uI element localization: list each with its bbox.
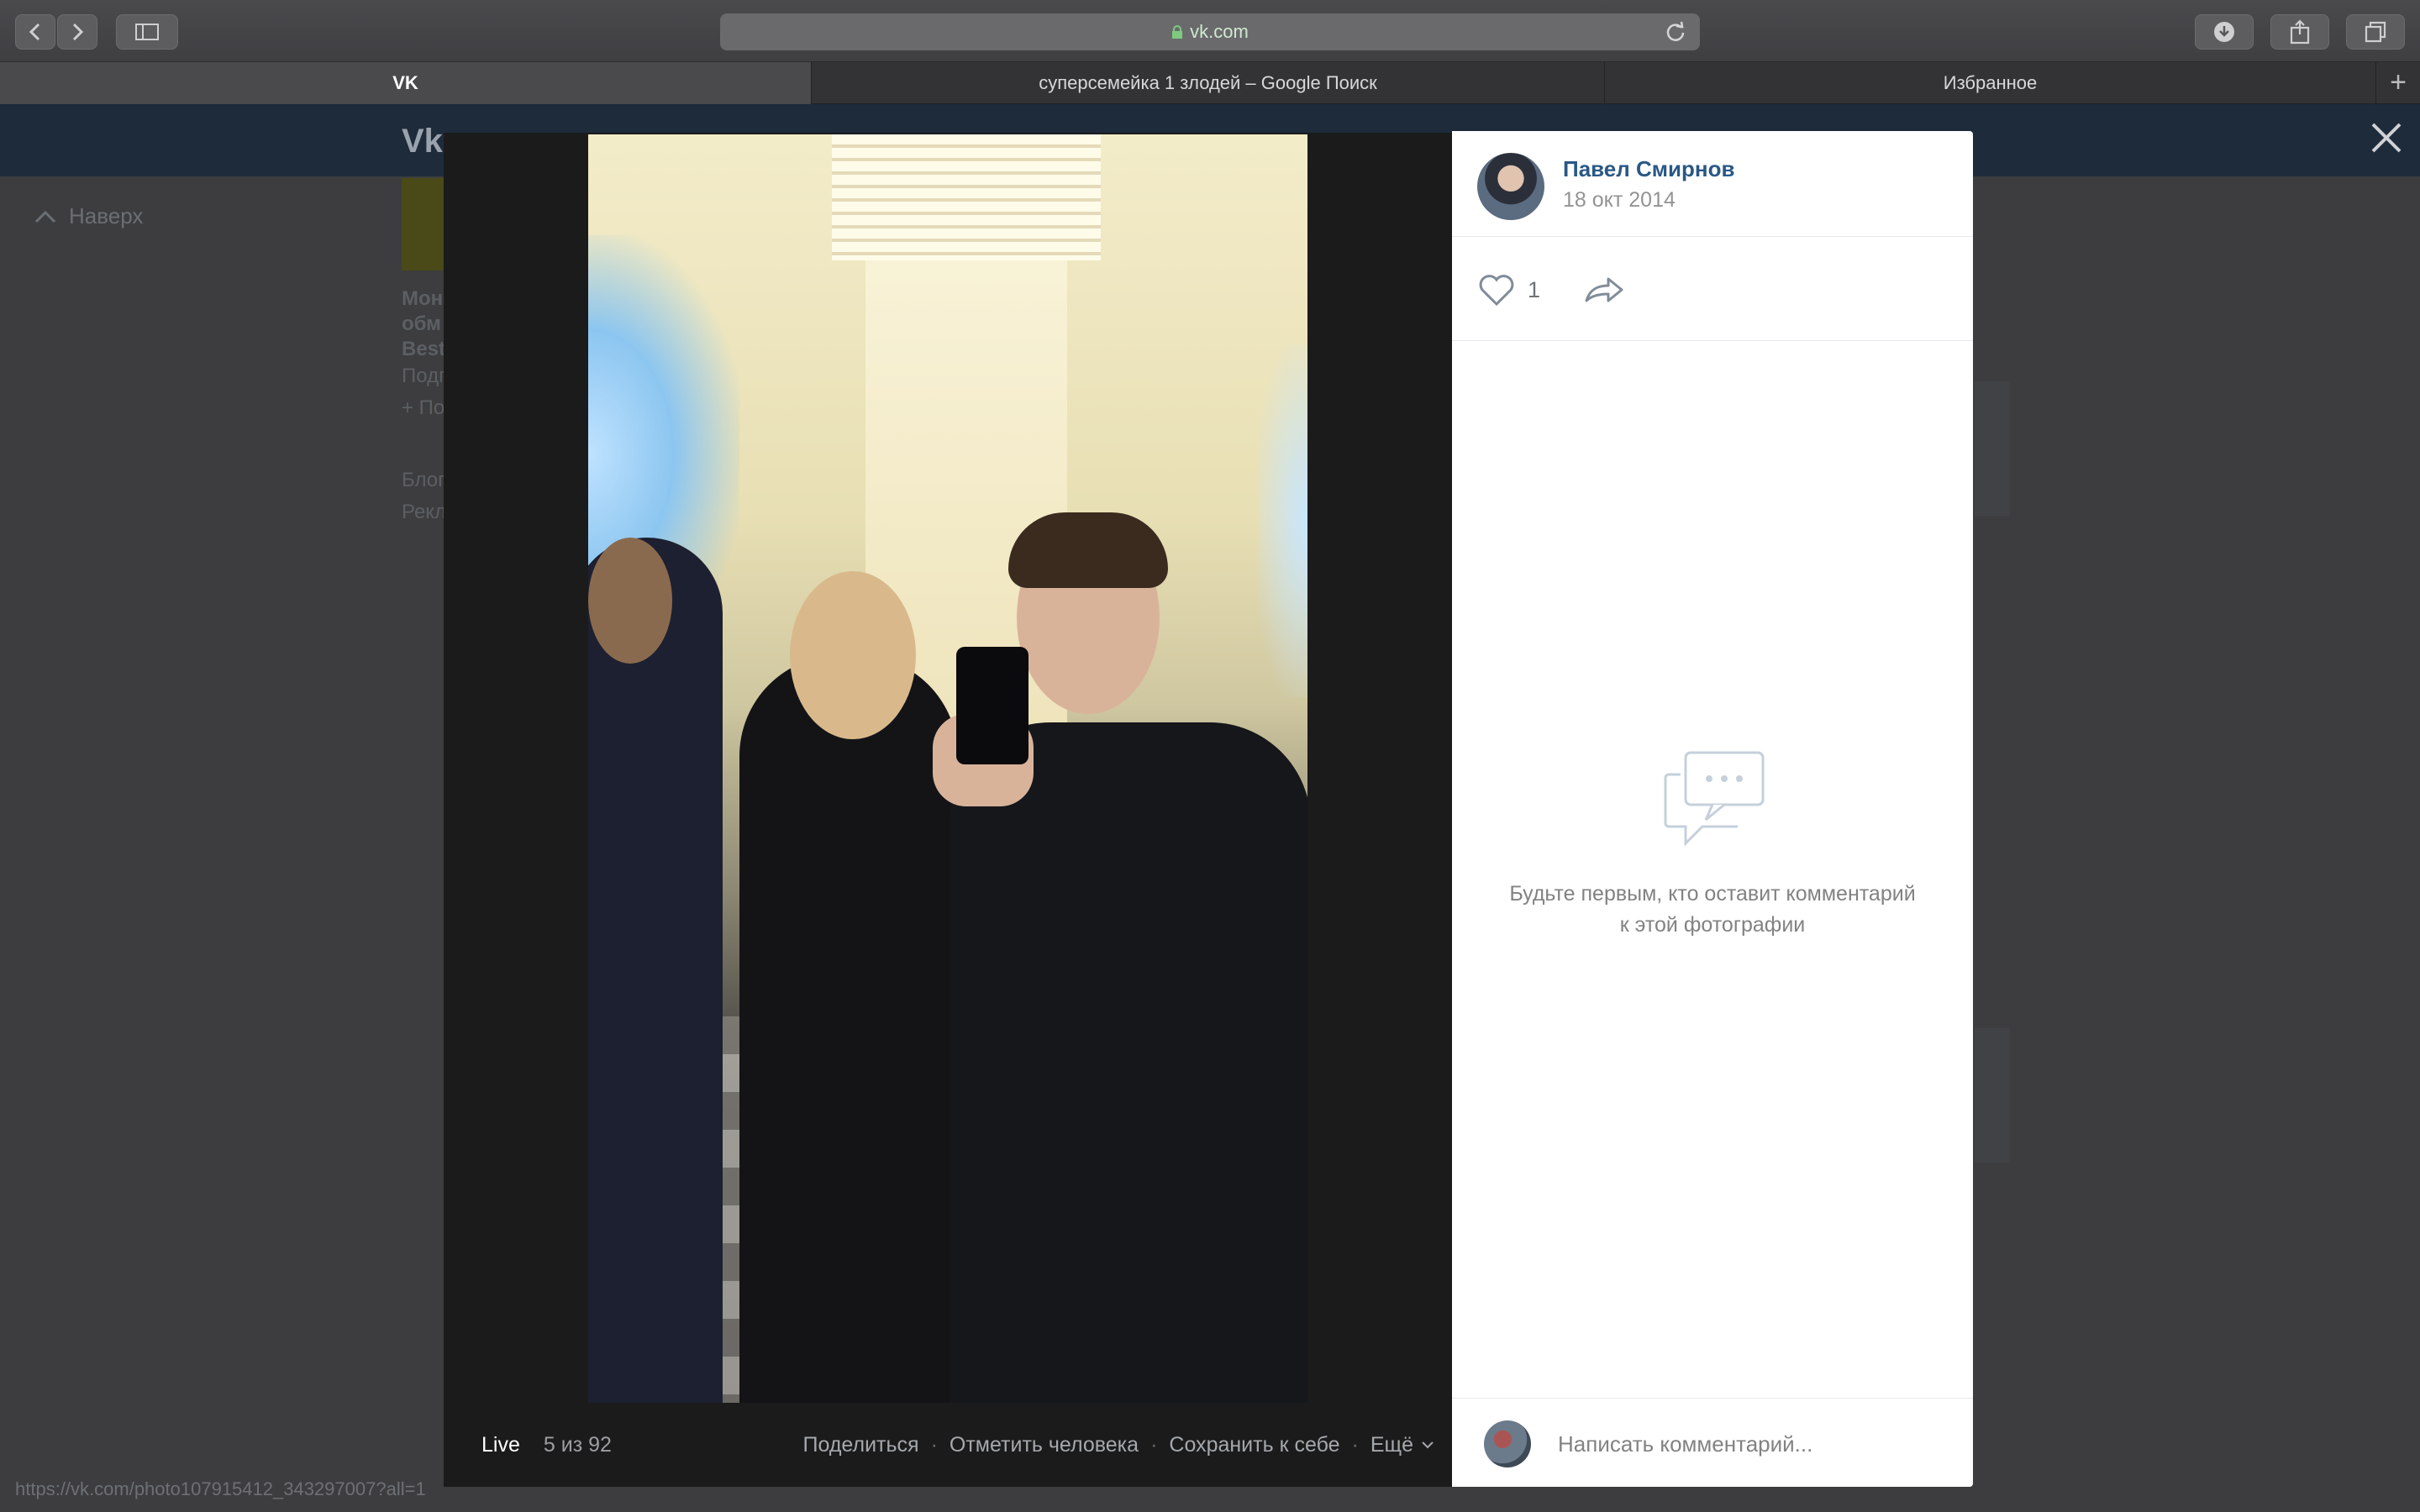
tab-label: суперсемейка 1 злодей – Google Поиск <box>1039 72 1377 93</box>
ad-text-line: Best <box>402 338 446 360</box>
ad-text-line: Мон <box>402 287 444 310</box>
photo-person-hair <box>1008 512 1168 588</box>
author-block: Павел Смирнов 18 окт 2014 <box>1452 131 1973 237</box>
like-count: 1 <box>1528 276 1541 302</box>
repost-button[interactable] <box>1583 272 1625 310</box>
scroll-up-button[interactable]: Наверх <box>34 203 143 229</box>
reload-icon[interactable] <box>1665 21 1686 43</box>
share-button[interactable] <box>2270 14 2329 50</box>
tab-label: Избранное <box>1943 72 2038 93</box>
share-action[interactable]: Поделиться <box>803 1433 919 1457</box>
comments-empty-icon <box>1664 751 1765 847</box>
reactions-bar: 1 <box>1452 237 1973 341</box>
tab-bar: VK суперсемейка 1 злодей – Google Поиск … <box>0 62 2420 104</box>
post-date[interactable]: 18 окт 2014 <box>1563 188 1676 213</box>
photo-person-head <box>790 571 916 739</box>
share-icon <box>2290 19 2310 45</box>
download-icon <box>2214 22 2234 42</box>
status-bar-url: https://vk.com/photo107915412_343297007?… <box>15 1478 426 1499</box>
sidebar-icon <box>135 24 159 40</box>
url-text: vk.com <box>1190 21 1249 42</box>
viewer-actions: Поделиться · Отметить человека · Сохрани… <box>803 1403 1436 1487</box>
footer-link: Рекл <box>402 501 447 523</box>
tab-vk[interactable]: VK <box>0 62 812 104</box>
chevron-left-icon <box>29 23 40 41</box>
author-name[interactable]: Павел Смирнов <box>1563 156 1734 182</box>
repost-arrow-icon <box>1585 277 1623 302</box>
photo-person <box>588 538 723 1403</box>
photo-person-head <box>588 538 672 664</box>
photo-image[interactable] <box>588 134 1307 1403</box>
ad-text-line: + По <box>402 396 445 419</box>
current-user-avatar[interactable] <box>1484 1420 1531 1467</box>
feed-block <box>1975 1028 2010 1163</box>
photo-person <box>950 722 1307 1403</box>
forward-button[interactable] <box>57 14 97 50</box>
avatar[interactable] <box>1477 153 1544 220</box>
save-action[interactable]: Сохранить к себе <box>1169 1433 1339 1457</box>
ad-text-line: обм <box>402 312 441 335</box>
viewer-footer: Live 5 из 92 Поделиться · Отметить челов… <box>444 1403 1452 1487</box>
comment-input[interactable] <box>1558 1424 1944 1464</box>
empty-comments-text: Будьте первым, кто оставит комментарий к… <box>1509 882 1916 937</box>
tabs-icon <box>2365 21 2386 43</box>
back-button[interactable] <box>15 14 55 50</box>
separator: · <box>1351 1432 1359 1457</box>
photo-cornice <box>832 134 1101 260</box>
chevron-right-icon <box>72 23 84 41</box>
new-tab-button[interactable]: + <box>2376 62 2420 103</box>
address-bar[interactable]: vk.com <box>720 13 1700 50</box>
more-action[interactable]: Ещё <box>1370 1433 1413 1457</box>
tag-person-action[interactable]: Отметить человека <box>950 1433 1139 1457</box>
photo-person <box>739 655 958 1403</box>
live-label[interactable]: Live <box>481 1433 520 1457</box>
photo-side-panel: Павел Смирнов 18 окт 2014 1 Будьте первы… <box>1452 131 1973 1487</box>
separator: · <box>930 1432 938 1457</box>
separator: · <box>1150 1432 1158 1457</box>
ad-thumbnail <box>402 178 445 270</box>
tab-google-search[interactable]: суперсемейка 1 злодей – Google Поиск <box>812 62 1605 104</box>
scroll-up-label: Наверх <box>69 203 144 228</box>
plus-icon: + <box>2390 66 2407 98</box>
photo-phone <box>956 647 1028 764</box>
heart-icon <box>1479 275 1514 307</box>
chevron-down-icon <box>1422 1441 1434 1449</box>
like-button[interactable]: 1 <box>1477 272 1540 307</box>
feed-block <box>1975 381 2010 516</box>
sidebar-button[interactable] <box>116 14 178 50</box>
tab-label: VK <box>392 72 418 93</box>
tab-favorites[interactable]: Избранное <box>1605 62 2376 104</box>
close-icon[interactable] <box>2368 119 2405 156</box>
chevron-up-icon <box>34 210 56 223</box>
vk-logo[interactable]: Vk <box>402 123 443 160</box>
ad-text-line: Подп <box>402 365 450 387</box>
footer-link: Блог <box>402 469 445 491</box>
tabs-overview-button[interactable] <box>2346 14 2405 50</box>
photo-counter: 5 из 92 <box>543 1432 612 1457</box>
photo-arch <box>1257 344 1307 697</box>
lock-icon <box>1172 25 1183 39</box>
comment-composer <box>1452 1398 1973 1487</box>
downloads-button[interactable] <box>2195 14 2254 50</box>
browser-toolbar: vk.com <box>0 0 2420 62</box>
